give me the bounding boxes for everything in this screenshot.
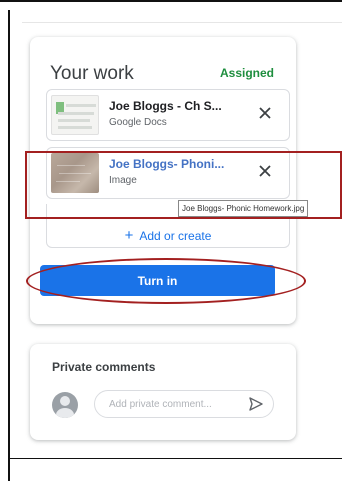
private-comment-input[interactable] — [94, 390, 274, 418]
assignment-status: Assigned — [219, 66, 274, 80]
google-docs-thumbnail-icon — [51, 95, 99, 135]
send-icon[interactable] — [248, 396, 264, 412]
private-comments-title: Private comments — [52, 360, 156, 374]
filename-tooltip: Joe Bloggs- Phonic Homework.jpg — [178, 200, 309, 217]
plus-icon: + — [124, 227, 134, 244]
your-work-title: Your work — [50, 63, 134, 84]
screenshot-left-border — [8, 10, 10, 481]
add-or-create-label: Add or create — [139, 229, 212, 243]
attachment-title[interactable]: Joe Bloggs - Ch S... — [109, 99, 222, 113]
user-avatar-icon — [52, 392, 78, 418]
attachment-type: Google Docs — [109, 117, 167, 128]
attachment-google-doc[interactable]: Joe Bloggs - Ch S... Google Docs — [46, 89, 290, 141]
remove-attachment-close-icon[interactable] — [257, 105, 273, 121]
screenshot-top-border — [0, 0, 342, 2]
screenshot-bottom-border — [8, 458, 342, 459]
page-divider — [22, 22, 342, 23]
annotation-ellipse — [26, 258, 306, 304]
private-comments-card: Private comments — [30, 344, 296, 440]
